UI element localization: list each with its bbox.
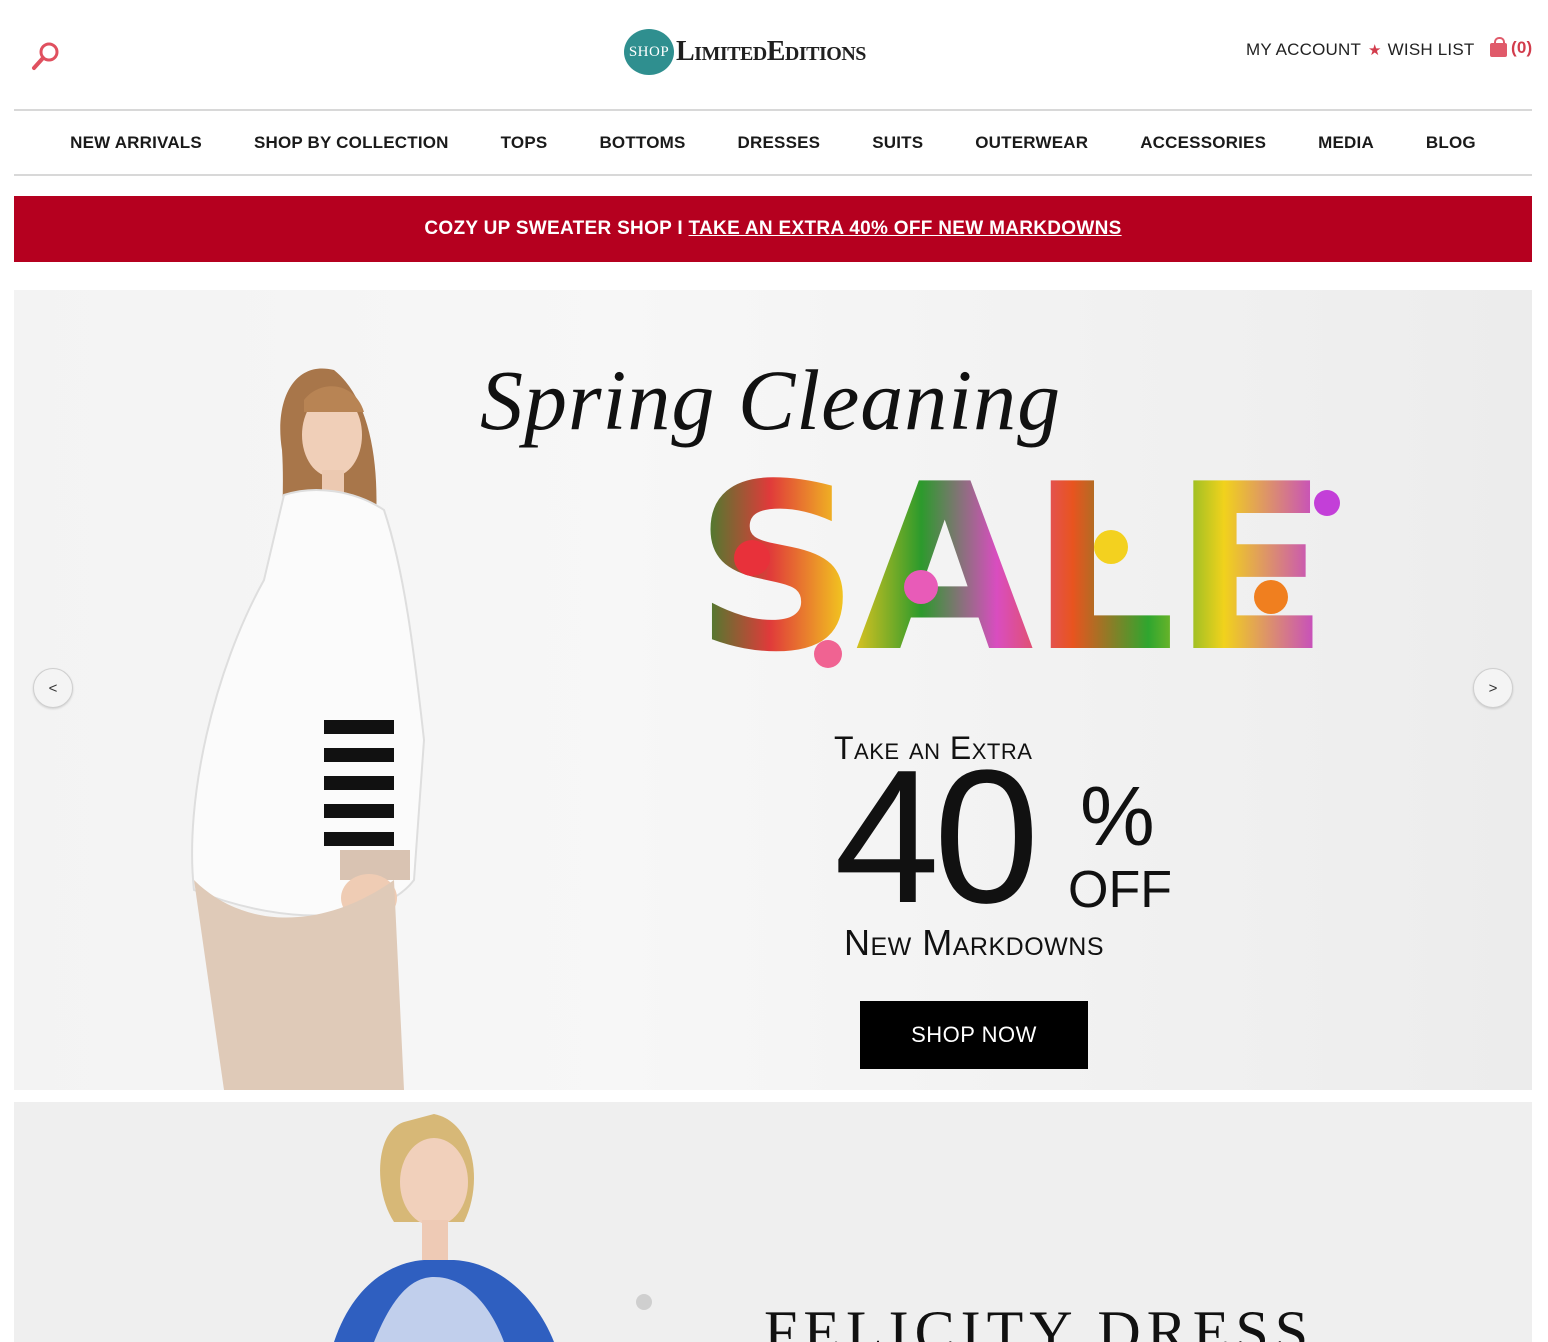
nav-item-blog[interactable]: BLOG — [1426, 133, 1476, 153]
search-icon[interactable] — [28, 38, 64, 74]
nav-item-tops[interactable]: TOPS — [501, 133, 548, 153]
sale-graphic: SALE — [694, 450, 1394, 690]
wish-list-link[interactable]: ★ WISH LIST — [1368, 40, 1474, 60]
site-logo[interactable]: SHOP LimitedEditions — [624, 28, 866, 76]
flower-icon — [734, 540, 770, 576]
shopping-bag-icon — [1490, 37, 1507, 57]
secondary-banner[interactable]: FELICITY DRESS — [14, 1102, 1532, 1342]
star-icon: ★ — [1368, 42, 1382, 59]
my-account-label[interactable]: MY ACCOUNT — [1246, 40, 1361, 60]
nav-item-dresses[interactable]: DRESSES — [738, 133, 821, 153]
carousel-prev-button[interactable]: < — [33, 668, 73, 708]
sale-text: SALE — [694, 436, 1329, 703]
nav-item-outerwear[interactable]: OUTERWEAR — [975, 133, 1088, 153]
nav-item-new-arrivals[interactable]: NEW ARRIVALS — [70, 133, 202, 153]
flower-icon — [904, 570, 938, 604]
cart-link[interactable]: (0) — [1490, 37, 1533, 58]
nav-item-accessories[interactable]: ACCESSORIES — [1140, 133, 1266, 153]
main-nav: NEW ARRIVALS SHOP BY COLLECTION TOPS BOT… — [14, 112, 1532, 174]
flower-icon — [814, 640, 842, 668]
shop-now-button[interactable]: SHOP NOW — [860, 1001, 1088, 1069]
markdowns-text: New Markdowns — [844, 922, 1104, 963]
secondary-banner-title: FELICITY DRESS — [764, 1299, 1315, 1342]
hero-title: Spring Cleaning — [480, 352, 1062, 448]
promo-bar: COZY UP SWEATER SHOP I TAKE AN EXTRA 40%… — [14, 196, 1532, 262]
nav-divider-bottom — [14, 174, 1532, 176]
logo-text: LimitedEditions — [676, 36, 866, 67]
nav-item-bottoms[interactable]: BOTTOMS — [599, 133, 685, 153]
nav-divider-top — [14, 109, 1532, 111]
percent-sign: % — [1080, 769, 1155, 863]
flower-icon — [1254, 580, 1288, 614]
model-image — [191, 368, 426, 1090]
my-account-link[interactable]: MY ACCOUNT — [1246, 40, 1361, 60]
logo-badge: SHOP — [624, 29, 674, 75]
flower-icon — [1094, 530, 1128, 564]
hero-banner[interactable]: Spring Cleaning SALE Take an Extra 40 % … — [14, 290, 1532, 1090]
flower-icon — [1314, 490, 1340, 516]
promo-link[interactable]: TAKE AN EXTRA 40% OFF NEW MARKDOWNS — [689, 218, 1122, 240]
nav-item-shop-by-collection[interactable]: SHOP BY COLLECTION — [254, 133, 449, 153]
carousel-next-button[interactable]: > — [1473, 668, 1513, 708]
off-text: OFF — [1068, 861, 1172, 919]
promo-text: COZY UP SWEATER SHOP I — [424, 218, 689, 239]
model-image — [334, 1114, 652, 1342]
cart-count: (0) — [1511, 38, 1533, 57]
nav-item-suits[interactable]: SUITS — [872, 133, 923, 153]
nav-item-media[interactable]: MEDIA — [1318, 133, 1374, 153]
wish-list-label[interactable]: WISH LIST — [1388, 40, 1475, 60]
discount-value: 40 — [834, 731, 1039, 943]
